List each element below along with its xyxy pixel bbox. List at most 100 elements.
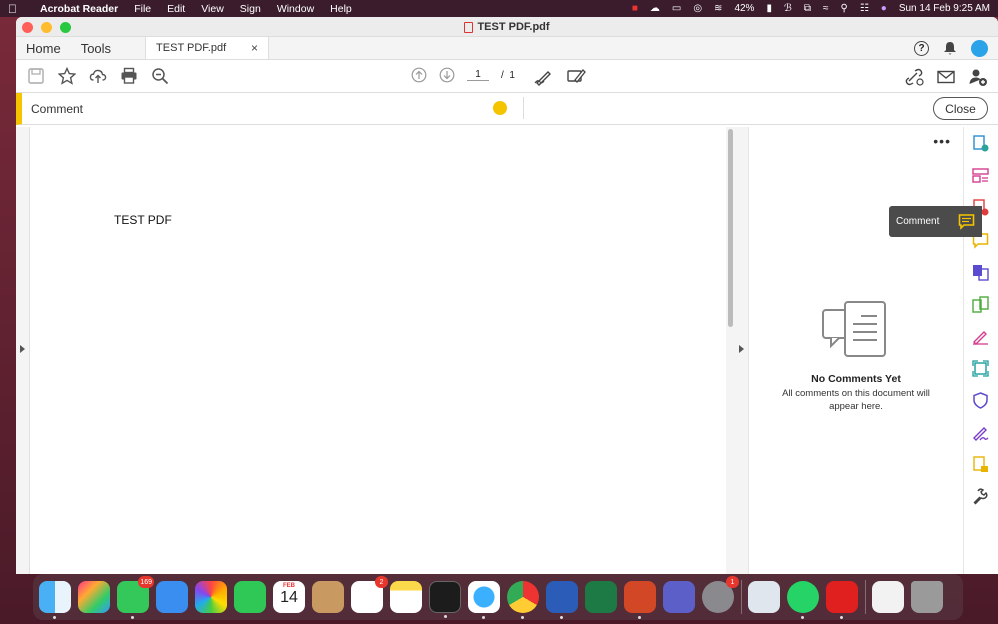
- running-indicator: [53, 616, 56, 619]
- chrome-app-icon[interactable]: [507, 581, 539, 619]
- screen-mirror-icon[interactable]: ⧉: [804, 3, 811, 14]
- bookmark-star-icon[interactable]: [57, 66, 77, 86]
- menu-window[interactable]: Window: [277, 3, 314, 15]
- document-view[interactable]: TEST PDF: [16, 127, 735, 574]
- battery-percent[interactable]: 42%: [734, 3, 754, 14]
- close-comment-button[interactable]: Close: [933, 97, 988, 120]
- combine-files-icon[interactable]: [972, 264, 989, 281]
- messages-app-icon[interactable]: 169: [117, 576, 154, 619]
- acrobat-app-icon[interactable]: [826, 581, 858, 619]
- fill-sign-icon[interactable]: [972, 328, 989, 345]
- launchpad-app-icon[interactable]: [78, 581, 110, 613]
- previous-page-icon[interactable]: [411, 67, 427, 83]
- preview-app-icon[interactable]: [748, 581, 780, 613]
- wifi-icon[interactable]: ≈: [823, 3, 829, 14]
- protect-icon[interactable]: [972, 392, 989, 409]
- collapse-right-arrow-icon[interactable]: [739, 345, 744, 353]
- edit-text-icon[interactable]: [566, 66, 586, 86]
- tab-document-label: TEST PDF.pdf: [156, 42, 227, 54]
- pdf-document-icon[interactable]: [872, 581, 904, 613]
- running-indicator: [560, 616, 563, 619]
- reminders-badge: 2: [375, 576, 388, 588]
- expand-left-arrow-icon[interactable]: [20, 345, 25, 353]
- more-options-button[interactable]: •••: [933, 133, 951, 149]
- activity-monitor-app-icon[interactable]: [429, 581, 461, 618]
- menubar-app-name[interactable]: Acrobat Reader: [40, 3, 118, 15]
- bluetooth-icon[interactable]: ℬ: [784, 3, 792, 14]
- scan-ocr-icon[interactable]: [972, 360, 989, 377]
- scrollbar-thumb[interactable]: [728, 129, 733, 327]
- color-picker-button[interactable]: [493, 101, 507, 115]
- save-icon[interactable]: [26, 66, 46, 86]
- photos-app-icon[interactable]: [195, 581, 227, 613]
- help-icon[interactable]: ?: [914, 41, 929, 56]
- apple-icon[interactable]: : [8, 2, 30, 16]
- wifi-off-icon[interactable]: ≋: [714, 3, 722, 14]
- zoom-out-icon[interactable]: [150, 66, 170, 86]
- acrobat-window: TEST PDF.pdf Home Tools TEST PDF.pdf × ?: [16, 17, 998, 574]
- reminders-app-icon[interactable]: 2: [351, 576, 388, 613]
- avatar[interactable]: [971, 40, 988, 57]
- display-icon[interactable]: ▭: [672, 3, 681, 14]
- datetime[interactable]: Sun 14 Feb 9:25 AM: [899, 3, 990, 14]
- control-center-icon[interactable]: ☷: [860, 3, 869, 14]
- mail-app-icon[interactable]: [156, 581, 188, 613]
- calendar-app-icon[interactable]: FEB 14: [273, 581, 305, 613]
- zoom-window-button[interactable]: [60, 22, 71, 33]
- edit-pdf-icon[interactable]: [972, 296, 989, 313]
- settings-badge: 1: [726, 576, 739, 588]
- email-icon[interactable]: [936, 67, 956, 87]
- close-window-button[interactable]: [22, 22, 33, 33]
- cloud-icon[interactable]: ☁: [650, 3, 660, 14]
- menu-file[interactable]: File: [134, 3, 151, 15]
- organize-pages-icon[interactable]: [972, 167, 989, 184]
- system-preferences-app-icon[interactable]: 1: [702, 576, 739, 613]
- export-pdf-icon[interactable]: [972, 135, 989, 152]
- minimize-window-button[interactable]: [41, 22, 52, 33]
- print-icon[interactable]: [119, 66, 139, 86]
- menu-help[interactable]: Help: [330, 3, 352, 15]
- airdrop-icon[interactable]: ◎: [693, 3, 702, 14]
- whatsapp-app-icon[interactable]: [787, 581, 819, 619]
- dock-divider: [865, 580, 866, 614]
- left-panel-toggle[interactable]: [16, 127, 30, 574]
- safari-app-icon[interactable]: [468, 581, 500, 619]
- upload-cloud-icon[interactable]: [88, 66, 108, 86]
- comment-active-icon[interactable]: [958, 213, 975, 230]
- powerpoint-app-icon[interactable]: [624, 581, 656, 619]
- request-signature-icon[interactable]: [972, 424, 989, 441]
- teams-app-icon[interactable]: [663, 581, 695, 613]
- add-user-icon[interactable]: [968, 67, 988, 87]
- notes-app-icon[interactable]: [390, 581, 422, 613]
- word-app-icon[interactable]: [546, 581, 578, 619]
- compress-icon[interactable]: [972, 456, 989, 473]
- menu-view[interactable]: View: [201, 3, 224, 15]
- next-page-icon[interactable]: [439, 67, 455, 83]
- tab-document[interactable]: TEST PDF.pdf ×: [145, 37, 270, 59]
- battery-icon[interactable]: ▮: [766, 3, 772, 14]
- excel-app-icon[interactable]: [585, 581, 617, 613]
- share-link-icon[interactable]: [904, 67, 924, 87]
- comment-tooltip: Comment: [889, 206, 982, 237]
- fill-sign-pen-icon[interactable]: [534, 66, 554, 86]
- finder-app-icon[interactable]: [39, 581, 71, 619]
- tab-tools[interactable]: Tools: [71, 37, 121, 59]
- more-tools-icon[interactable]: [972, 488, 989, 505]
- page-number-input[interactable]: 1: [467, 69, 489, 81]
- trash-icon[interactable]: [911, 581, 943, 613]
- spotlight-icon[interactable]: ⚲: [840, 3, 847, 14]
- menu-sign[interactable]: Sign: [240, 3, 261, 15]
- mcafee-icon[interactable]: ■: [632, 3, 638, 14]
- page-separator: /: [501, 69, 504, 81]
- contacts-app-icon[interactable]: [312, 581, 344, 613]
- bell-icon[interactable]: [943, 41, 957, 56]
- document-scrollbar[interactable]: [726, 127, 735, 574]
- siri-icon[interactable]: ●: [881, 3, 887, 14]
- tab-home[interactable]: Home: [16, 37, 71, 59]
- menu-edit[interactable]: Edit: [167, 3, 185, 15]
- right-panel-toggle[interactable]: [735, 127, 749, 574]
- close-tab-button[interactable]: ×: [251, 41, 258, 55]
- facetime-app-icon[interactable]: [234, 581, 266, 613]
- dock-divider: [741, 580, 742, 614]
- messages-badge: 169: [138, 576, 154, 588]
